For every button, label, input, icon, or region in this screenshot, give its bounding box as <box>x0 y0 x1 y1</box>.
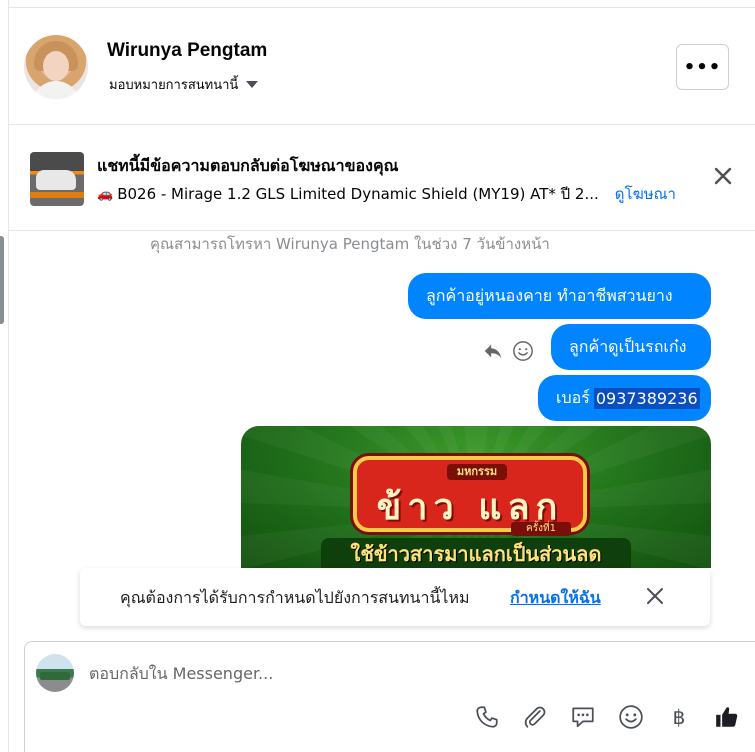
avatar-body <box>32 81 80 99</box>
emoji-icon[interactable] <box>618 704 644 730</box>
page-avatar-bus <box>40 672 70 680</box>
image-sign-small: ครั้งที่1 <box>511 522 571 536</box>
reply-input[interactable]: ตอบกลับใน Messenger... <box>89 662 273 687</box>
assign-dropdown[interactable]: มอบหมายการสนทนานี้ <box>109 74 259 95</box>
more-options-button[interactable]: ••• <box>676 44 729 90</box>
ad-banner-subtitle: 🚗 B026 - Mirage 1.2 GLS Limited Dynamic … <box>97 182 676 206</box>
ad-banner-title: แชทนี้มีข้อความตอบกลับต่อโฆษณาของคุณ <box>97 156 399 175</box>
reply-icon[interactable] <box>482 340 504 366</box>
payment-baht-icon[interactable]: ฿ <box>666 704 692 730</box>
image-banner: ใช้ข้าวสารมาแลกเป็นส่วนลด <box>321 538 631 568</box>
phone-icon[interactable] <box>474 704 500 730</box>
ad-thumbnail-stripe <box>30 192 84 198</box>
conversation-header: Wirunya Pengtam มอบหมายการสนทนานี้ ••• <box>9 8 755 125</box>
saved-replies-icon[interactable] <box>570 704 596 730</box>
attachment-icon[interactable] <box>522 704 548 730</box>
view-ad-link[interactable]: ดูโฆษณา <box>615 182 676 206</box>
composer-toolbar: ฿ <box>474 704 740 730</box>
close-icon[interactable] <box>645 586 665 606</box>
assign-to-me-link[interactable]: กำหนดให้ฉัน <box>510 586 601 611</box>
image-message[interactable]: มหกรรม ข้าว แลก ลด ครั้งที่1 ใช้ข้าวสารม… <box>241 426 711 568</box>
message-actions <box>482 340 534 366</box>
ad-thumbnail-car <box>36 170 76 190</box>
assign-question: คุณต้องการได้รับการกำหนดไปยังการสนทนานี้… <box>120 588 470 607</box>
react-smiley-icon[interactable] <box>512 340 534 366</box>
left-rail <box>0 0 9 752</box>
ad-reply-banner: แชทนี้มีข้อความตอบกลับต่อโฆษณาของคุณ 🚗 B… <box>9 126 755 231</box>
assign-label: มอบหมายการสนทนานี้ <box>109 78 239 93</box>
car-icon: 🚗 <box>97 186 114 202</box>
contact-name[interactable]: Wirunya Pengtam <box>107 40 267 62</box>
message-prefix: เบอร์ <box>556 387 590 407</box>
message-bubble[interactable]: ลูกค้าอยู่หนองคาย ทำอาชีพสวนยาง <box>408 273 711 319</box>
caret-down-icon <box>246 81 259 88</box>
scrollbar-thumb[interactable] <box>0 236 4 324</box>
call-availability-note: คุณสามารถโทรหา Wirunya Pengtam ในช่วง 7 … <box>150 235 550 253</box>
avatar-face <box>43 51 69 81</box>
ad-thumbnail[interactable] <box>30 152 84 206</box>
page-avatar <box>36 654 74 692</box>
thumbs-up-icon[interactable] <box>714 704 740 730</box>
message-bubble[interactable]: ลูกค้าดูเป็นรถเก๋ง <box>551 324 711 370</box>
close-icon[interactable] <box>711 164 735 188</box>
message-text: ลูกค้าอยู่หนองคาย ทำอาชีพสวนยาง <box>426 285 673 305</box>
assign-prompt: คุณต้องการได้รับการกำหนดไปยังการสนทนานี้… <box>80 568 710 626</box>
phone-number[interactable]: 0937389236 <box>593 387 700 409</box>
ad-text: B026 - Mirage 1.2 GLS Limited Dynamic Sh… <box>117 185 599 203</box>
avatar[interactable] <box>24 35 88 99</box>
message-bubble[interactable]: เบอร์ 0937389236 <box>538 375 711 421</box>
composer: ตอบกลับใน Messenger... ฿ <box>24 641 755 752</box>
message-text: ลูกค้าดูเป็นรถเก๋ง <box>569 336 687 356</box>
